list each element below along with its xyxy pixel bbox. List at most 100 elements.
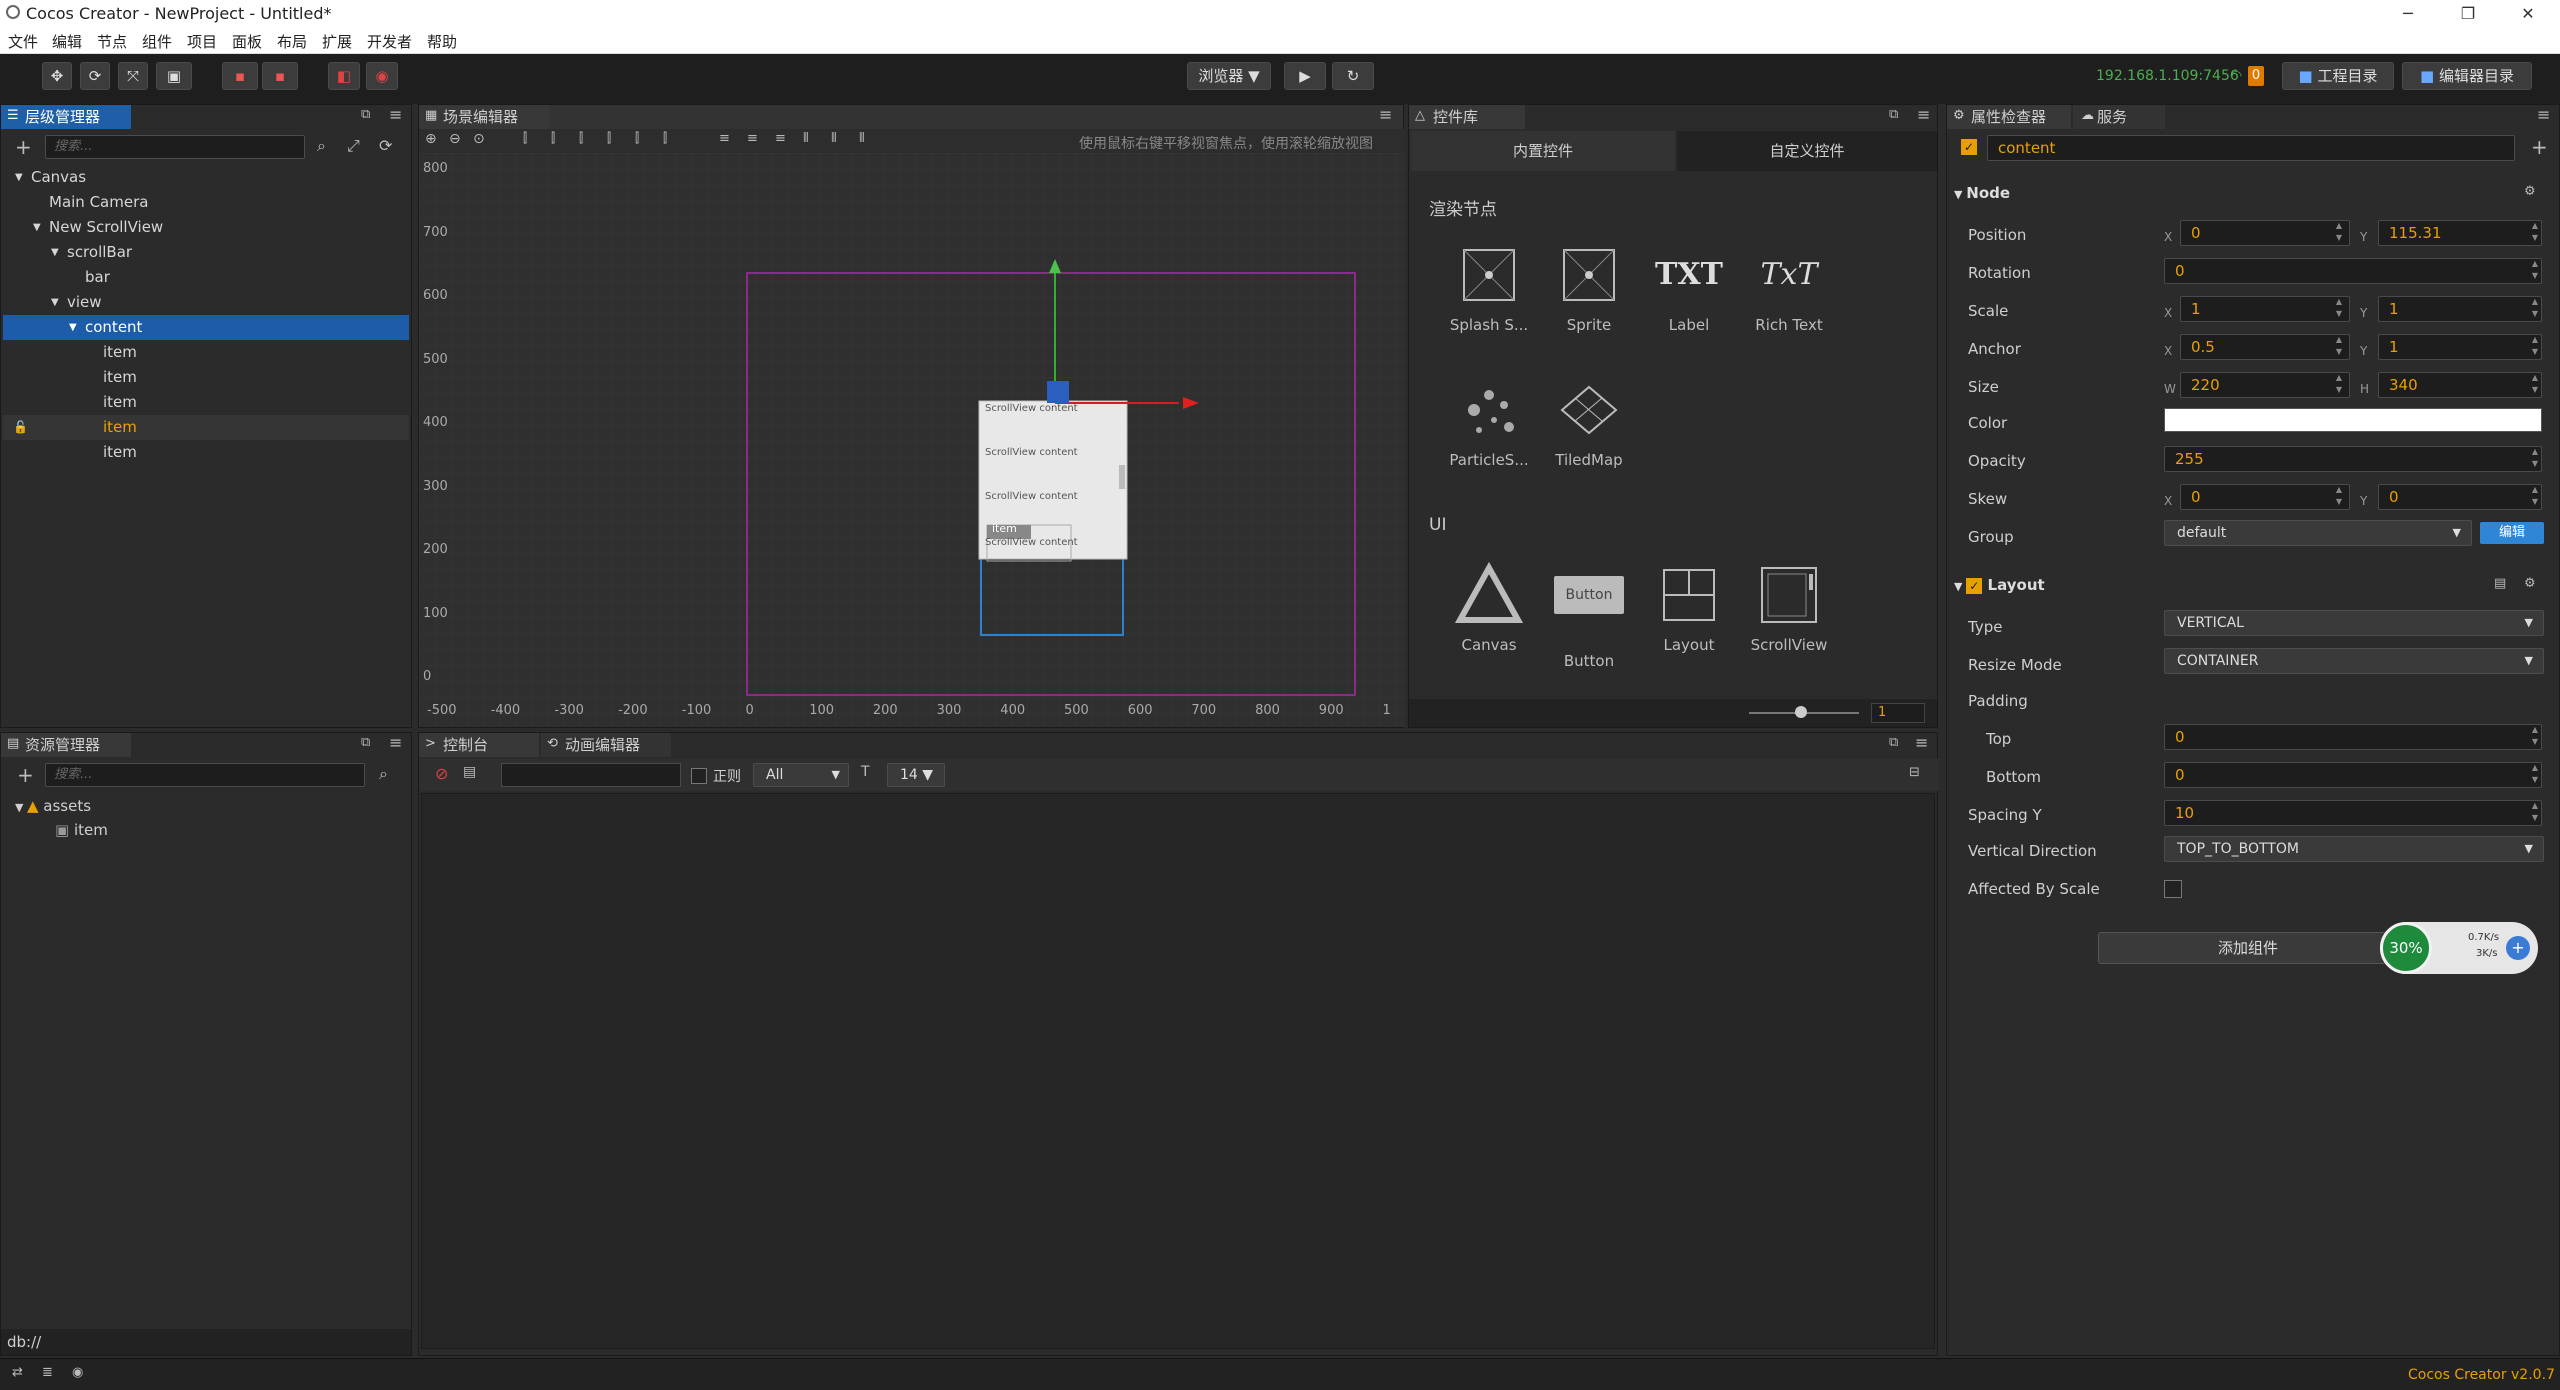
refresh-icon[interactable]: ⟳ (379, 136, 392, 155)
opacity-input[interactable]: 255 (2164, 446, 2542, 472)
panel-menu-icon[interactable]: ≡ (1915, 733, 1928, 752)
tree-node-main-camera[interactable]: Main Camera (3, 190, 409, 215)
maximize-button[interactable]: ❐ (2438, 0, 2498, 28)
expand-arrow-icon[interactable]: ▼ (15, 165, 23, 190)
layout-enabled-checkbox[interactable]: ✓ (1966, 577, 1983, 594)
rect-tool-icon[interactable]: ▣ (156, 62, 192, 90)
search-icon[interactable]: ⌕ (317, 136, 326, 156)
distribute-left-icon[interactable]: ⦀ (803, 131, 809, 146)
menu-layout[interactable]: 布局 (277, 31, 307, 52)
tab-custom-controls[interactable]: 自定义控件 (1677, 131, 1937, 171)
scale-y-input[interactable]: 1 (2378, 296, 2542, 322)
tree-node-content[interactable]: ▼ content (3, 315, 409, 340)
tab-control-library[interactable]: 控件库 (1409, 105, 1525, 129)
affected-by-scale-checkbox[interactable] (2164, 880, 2182, 898)
component-layout[interactable]: Layout (1639, 560, 1739, 654)
document-icon[interactable]: ▤ (2494, 576, 2506, 591)
tab-builtin-controls[interactable]: 内置控件 (1411, 131, 1675, 171)
refresh-button[interactable]: ↻ (1332, 62, 1374, 90)
align-bottom-icon[interactable]: ⫿ (663, 131, 667, 146)
layout-settings-icon[interactable]: ⚙ (2524, 576, 2536, 591)
eye-icon[interactable]: ◉ (72, 1365, 83, 1380)
tree-node-item[interactable]: 🔓 item (3, 415, 409, 440)
pivot-global-icon[interactable]: ▪ (262, 62, 298, 90)
scale-x-input[interactable]: 1 (2180, 296, 2350, 322)
font-size-select[interactable]: 14 ▼ (887, 763, 945, 787)
search-icon[interactable]: ⌕ (379, 764, 388, 784)
expand-arrow-icon[interactable]: ▼ (33, 215, 41, 240)
tab-console[interactable]: 控制台 (419, 733, 539, 757)
component-particle-system[interactable]: ParticleS... (1439, 375, 1539, 469)
tree-node-canvas[interactable]: ▼ Canvas (3, 165, 409, 190)
regex-checkbox[interactable] (691, 768, 707, 784)
menu-component[interactable]: 组件 (142, 31, 172, 52)
layout-section-header[interactable]: ▼ ✓ Layout (1954, 576, 2045, 594)
anchor-x-input[interactable]: 0.5 (2180, 334, 2350, 360)
database-icon[interactable]: ≣ (42, 1365, 53, 1380)
clear-console-icon[interactable]: ⊘ (435, 764, 448, 783)
component-scrollview[interactable]: ScrollView (1739, 560, 1839, 654)
expand-arrow-icon[interactable]: ▼ (51, 290, 59, 315)
lock-icon[interactable]: 🔓 (13, 415, 28, 440)
component-rich-text[interactable]: TxT Rich Text (1739, 240, 1839, 334)
popout-icon[interactable]: ⧉ (1889, 107, 1898, 122)
play-button[interactable]: ▶ (1284, 62, 1326, 90)
component-canvas[interactable]: Canvas (1439, 560, 1539, 654)
asset-item[interactable]: ▣ item (55, 821, 108, 839)
assets-search-input[interactable]: 搜索... (45, 763, 365, 787)
tree-node-item[interactable]: item (3, 365, 409, 390)
menu-help[interactable]: 帮助 (427, 31, 457, 52)
node-name-input[interactable]: content (1987, 135, 2515, 161)
add-asset-icon[interactable]: + (17, 763, 34, 787)
vertical-direction-select[interactable]: TOP_TO_BOTTOM ▼ (2164, 836, 2544, 862)
component-label[interactable]: TXT Label (1639, 240, 1739, 334)
expand-all-icon[interactable]: ⤢ (347, 136, 360, 156)
menu-panel[interactable]: 面板 (232, 31, 262, 52)
position-y-input[interactable]: 115.31 (2378, 220, 2542, 246)
align-middle-icon[interactable]: ⫿ (635, 131, 639, 146)
align-left-icon[interactable]: ⫿ (523, 131, 527, 146)
align-center-icon[interactable]: ⫿ (551, 131, 555, 146)
menu-project[interactable]: 项目 (187, 31, 217, 52)
distribute-middle-icon[interactable]: ≡ (747, 131, 758, 146)
stepper-icon[interactable]: ▲ ▼ (2530, 372, 2540, 398)
tab-scene-editor[interactable]: 场景编辑器 (419, 105, 549, 129)
rotate-tool-icon[interactable]: ⟳ (80, 62, 110, 90)
tab-assets[interactable]: 资源管理器 (1, 733, 131, 757)
tab-animation-editor[interactable]: 动画编辑器 (541, 733, 671, 757)
distribute-bottom-icon[interactable]: ≡ (775, 131, 786, 146)
layout-mode-icon[interactable]: ◧ (328, 62, 360, 90)
asset-folder-assets[interactable]: ▼ ▲ assets (15, 797, 91, 815)
minimize-button[interactable]: ─ (2378, 0, 2438, 28)
log-level-select[interactable]: All ▼ (753, 763, 849, 787)
skew-y-input[interactable]: 0 (2378, 484, 2542, 510)
stepper-icon[interactable]: ▲ ▼ (2530, 220, 2540, 246)
tree-node-bar[interactable]: bar (3, 265, 409, 290)
position-x-input[interactable]: 0 (2180, 220, 2350, 246)
resize-mode-select[interactable]: CONTAINER ▼ (2164, 648, 2544, 674)
add-icon[interactable]: + (2531, 135, 2548, 159)
popout-icon[interactable]: ⧉ (1889, 735, 1898, 750)
add-component-button[interactable]: 添加组件 (2098, 932, 2398, 964)
console-log-area[interactable] (421, 793, 1935, 1349)
stepper-icon[interactable]: ▲ ▼ (2334, 296, 2344, 322)
move-tool-icon[interactable]: ✥ (42, 62, 72, 90)
node-settings-icon[interactable]: ⚙ (2524, 184, 2536, 199)
popout-icon[interactable]: ⧉ (361, 735, 370, 750)
stepper-icon[interactable]: ▲ ▼ (2530, 800, 2540, 826)
align-top-icon[interactable]: ⫿ (607, 131, 611, 146)
close-button[interactable]: ✕ (2498, 0, 2558, 28)
component-sprite[interactable]: Sprite (1539, 240, 1639, 334)
panel-menu-icon[interactable]: ≡ (1917, 105, 1930, 124)
menu-node[interactable]: 节点 (97, 31, 127, 52)
tree-node-view[interactable]: ▼ view (3, 290, 409, 315)
console-filter-input[interactable] (501, 763, 681, 787)
size-width-input[interactable]: 220 (2180, 372, 2350, 398)
zoom-reset-icon[interactable]: ⊙ (473, 131, 485, 147)
group-edit-button[interactable]: 编辑 (2480, 522, 2544, 544)
padding-top-input[interactable]: 0 (2164, 724, 2542, 750)
stepper-icon[interactable]: ▲ ▼ (2530, 296, 2540, 322)
stepper-icon[interactable]: ▲ ▼ (2530, 724, 2540, 750)
color-swatch[interactable] (2164, 408, 2542, 432)
tree-node-new-scrollview[interactable]: ▼ New ScrollView (3, 215, 409, 240)
